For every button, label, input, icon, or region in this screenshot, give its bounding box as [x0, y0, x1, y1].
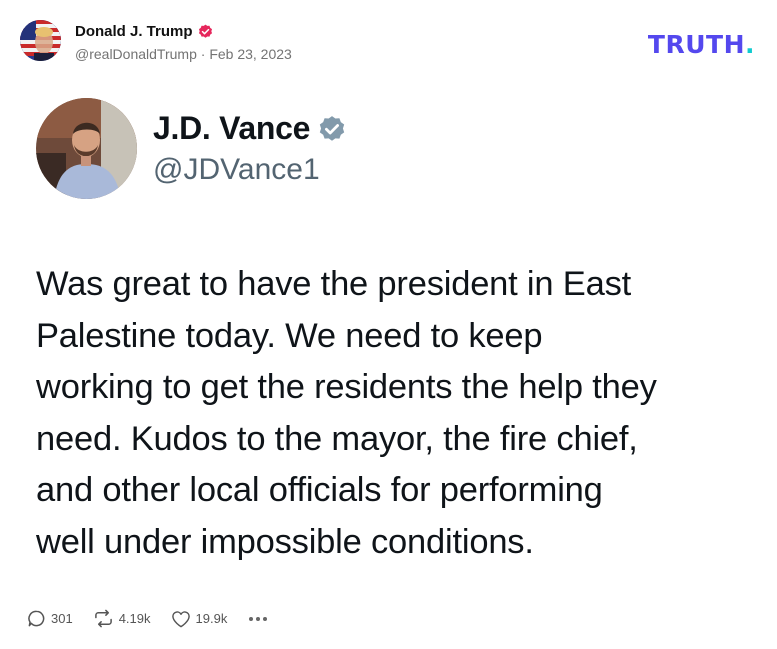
- verified-badge-icon: [318, 115, 346, 143]
- verified-badge-icon: [198, 24, 213, 39]
- tweet-text-line: need. Kudos to the mayor, the fire chief…: [36, 419, 638, 458]
- retruth-icon: [94, 609, 112, 628]
- embedded-tweet-image: J.D. Vance @JDVance1 Was great to have t…: [36, 98, 756, 561]
- poster-handle[interactable]: @realDonaldTrump: [75, 46, 197, 62]
- like-count: 19.9k: [195, 611, 228, 626]
- more-dot: [256, 616, 261, 621]
- post-subline: @realDonaldTrump · Feb 23, 2023: [75, 46, 292, 62]
- more-dot: [249, 616, 254, 621]
- tweet-text-line: and other local officials for performing: [36, 471, 603, 509]
- meta-separator: ·: [200, 46, 206, 62]
- embedded-author-name: J.D. Vance: [153, 110, 311, 146]
- tweet-text-line: working to get the residents the help th…: [36, 368, 657, 406]
- truth-logo-dot: .: [745, 30, 755, 59]
- like-button[interactable]: 19.9k: [171, 610, 228, 628]
- tweet-text-line: Was great to have the president in East: [36, 265, 632, 303]
- embedded-avatar: [36, 98, 137, 199]
- tweet-text-line: Palestine today. We need to keep: [36, 316, 543, 355]
- more-dot: [263, 616, 268, 621]
- reply-count: 301: [51, 611, 73, 626]
- poster-name[interactable]: Donald J. Trump: [75, 23, 193, 40]
- tweet-text-line: well under impossible conditions.: [36, 522, 534, 561]
- retruth-button[interactable]: 4.19k: [93, 609, 151, 628]
- post-actions: 301 4.19k 19.9k: [27, 609, 268, 628]
- heart-icon: [171, 610, 190, 627]
- truth-social-logo[interactable]: TRUTH.: [648, 30, 755, 59]
- embedded-tweet-text: Was great to have the president in East …: [36, 259, 756, 568]
- reply-button[interactable]: 301: [27, 609, 73, 628]
- reply-icon: [28, 610, 45, 627]
- poster-avatar[interactable]: [20, 20, 61, 61]
- more-options-button[interactable]: [249, 616, 268, 621]
- retruth-count: 4.19k: [118, 611, 151, 626]
- embedded-author-handle: @JDVance1: [153, 153, 320, 186]
- truth-logo-text: TRUTH: [647, 30, 745, 59]
- post-date[interactable]: Feb 23, 2023: [209, 46, 292, 62]
- flag-avatar-image: [20, 20, 61, 61]
- post-header: Donald J. Trump @realDonaldTrump · Feb 2…: [20, 20, 292, 62]
- embedded-avatar-photo: [36, 98, 137, 199]
